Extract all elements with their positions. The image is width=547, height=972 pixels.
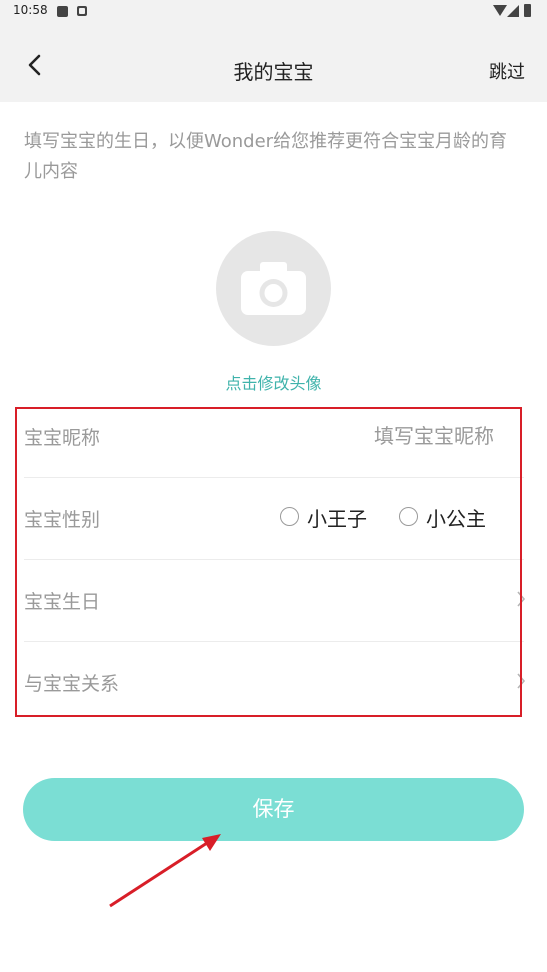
skip-button[interactable]: 跳过 [489,58,525,84]
gallery-icon [57,6,68,17]
save-button[interactable]: 保存 [23,778,524,841]
status-bar: 10:58 [0,0,547,24]
signal-icon [507,5,519,17]
battery-icon [524,4,531,17]
nav-bar: 我的宝宝 跳过 [0,24,547,102]
camera-icon [241,262,306,315]
wifi-icon [493,5,507,16]
intro-text: 填写宝宝的生日，以便Wonder给您推荐更符合宝宝月龄的育儿内容 [24,131,508,182]
notification-a-icon [77,6,87,16]
avatar-upload-button[interactable] [216,231,331,346]
change-avatar-link[interactable]: 点击修改头像 [0,370,547,394]
page-title: 我的宝宝 [233,60,314,84]
annotation-highlight-box [15,407,522,717]
status-time: 10:58 [13,3,48,17]
